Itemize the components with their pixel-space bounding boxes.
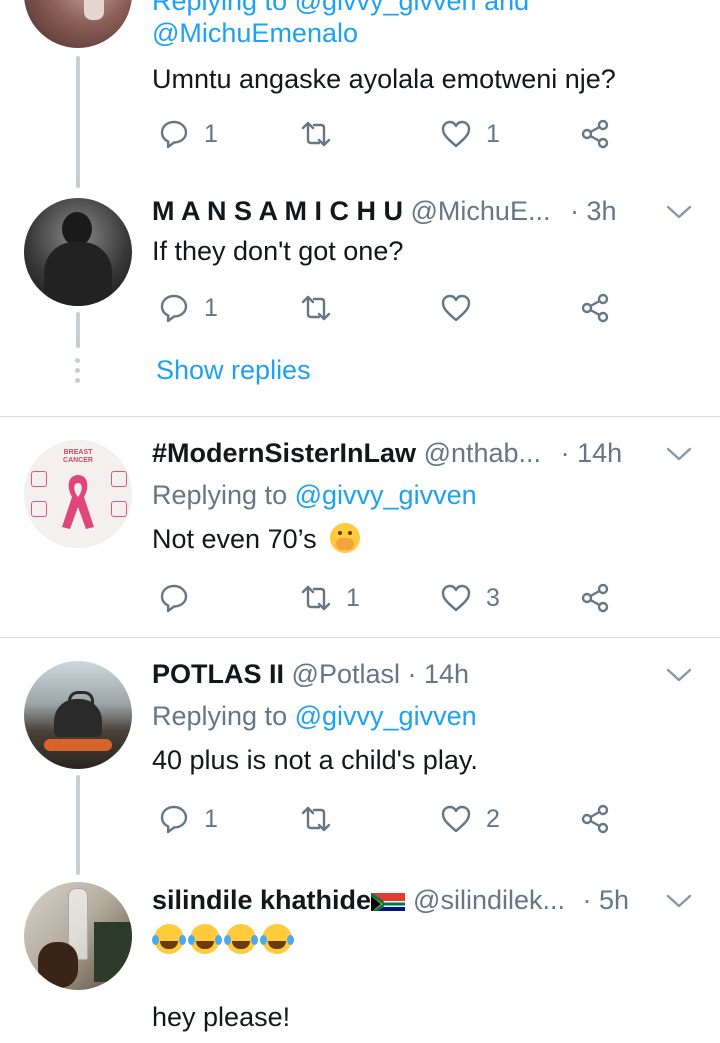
- retweet-icon: [301, 585, 331, 611]
- avatar[interactable]: [24, 661, 132, 769]
- heart-icon: [441, 584, 471, 612]
- avatar[interactable]: [24, 882, 132, 990]
- like-button[interactable]: 3: [440, 578, 500, 618]
- replying-to: Replying to @givvy_givven: [152, 478, 477, 512]
- retweet-button[interactable]: [300, 799, 346, 839]
- like-button[interactable]: [440, 288, 486, 328]
- share-button[interactable]: [580, 114, 612, 154]
- tears-of-joy-emoji: [152, 924, 186, 954]
- retweet-icon: [301, 295, 331, 321]
- display-name[interactable]: M A N S A M I C H U: [152, 196, 403, 226]
- reply-icon: [160, 584, 188, 613]
- heart-icon: [441, 120, 471, 148]
- tweet-header: silindile khathide @silindilek... · 5h: [152, 883, 629, 917]
- retweet-button[interactable]: [300, 114, 346, 154]
- emoji-row: 😂😂😂😂: [152, 924, 295, 956]
- share-button[interactable]: [580, 578, 612, 618]
- avatar-caption: BREAST CANCER: [63, 449, 93, 464]
- retweet-button[interactable]: 1: [300, 578, 360, 618]
- user-handle[interactable]: @nthab...: [424, 438, 541, 468]
- divider: [0, 416, 720, 417]
- reply-button[interactable]: 1: [158, 799, 218, 839]
- heart-icon: [441, 294, 471, 322]
- tweet-text: hey please!: [152, 1002, 291, 1032]
- user-handle[interactable]: @MichuE...: [411, 196, 551, 226]
- replying-to: Replying to @givvy_givven: [152, 699, 477, 733]
- avatar[interactable]: BREAST CANCER: [24, 440, 132, 548]
- tweet-text: Not even 70’s: [152, 524, 317, 554]
- reply-count: 1: [204, 119, 218, 148]
- like-count: 3: [486, 583, 500, 612]
- avatar[interactable]: [24, 0, 132, 48]
- avatar[interactable]: [24, 198, 132, 306]
- tweet-time: · 5h: [582, 885, 630, 915]
- thread-line: [76, 312, 80, 348]
- tweet-header: POTLAS II @Potlasl · 14h: [152, 657, 469, 691]
- reply-button[interactable]: [158, 578, 204, 618]
- chevron-down-icon[interactable]: [666, 204, 692, 220]
- mention-link[interactable]: @MichuEmenalo: [152, 16, 358, 50]
- tweet-header: M A N S A M I C H U @MichuE... · 3h: [152, 194, 617, 228]
- tweet-header: #ModernSisterInLaw @nthab... · 14h: [152, 436, 622, 470]
- share-icon: [581, 293, 609, 323]
- replying-to-user[interactable]: @givvy_givven: [295, 701, 477, 731]
- tweet-text-row: Not even 70’s: [152, 522, 363, 556]
- tweet-text: If they don't got one?: [152, 236, 404, 266]
- thread-line: [76, 775, 80, 875]
- share-icon: [581, 583, 609, 613]
- chevron-down-icon[interactable]: [666, 446, 692, 462]
- tweet-time: · 3h: [569, 196, 617, 226]
- reply-count: 1: [204, 293, 218, 322]
- reply-icon: [160, 805, 188, 834]
- like-count: 1: [486, 119, 500, 148]
- chevron-down-icon[interactable]: [666, 893, 692, 909]
- display-name[interactable]: POTLAS II: [152, 659, 284, 689]
- retweet-icon: [301, 806, 331, 832]
- replying-to-label: Replying to: [152, 480, 288, 510]
- tweet-time: · 14h: [407, 659, 470, 689]
- tweet-text: Umntu angaske ayolala emotweni nje?: [152, 64, 616, 94]
- reply-button[interactable]: 1: [158, 114, 218, 154]
- emoji-text: 😂😂😂😂: [154, 924, 159, 925]
- tweet-time: · 14h: [560, 438, 623, 468]
- tears-of-joy-emoji: [260, 924, 294, 954]
- retweet-icon: [301, 121, 331, 147]
- tears-of-joy-emoji: [188, 924, 222, 954]
- thread-line: [76, 56, 80, 188]
- share-icon: [581, 119, 609, 149]
- heart-icon: [441, 805, 471, 833]
- show-replies-link[interactable]: Show replies: [156, 353, 311, 387]
- reply-button[interactable]: 1: [158, 288, 218, 328]
- tears-of-joy-emoji: [224, 924, 258, 954]
- share-icon: [581, 804, 609, 834]
- display-name[interactable]: #ModernSisterInLaw: [152, 438, 416, 468]
- chevron-down-icon[interactable]: [666, 667, 692, 683]
- reply-icon: [160, 120, 188, 149]
- like-button[interactable]: 2: [440, 799, 500, 839]
- hand-over-mouth-emoji: [330, 523, 361, 553]
- user-handle[interactable]: @silindilek...: [413, 885, 565, 915]
- reply-count: 1: [204, 804, 218, 833]
- share-button[interactable]: [580, 288, 612, 328]
- replying-to-label: Replying to: [152, 701, 288, 731]
- more-dots: [75, 358, 80, 383]
- south-africa-flag-icon: [371, 889, 406, 911]
- like-count: 2: [486, 804, 500, 833]
- replying-to-user[interactable]: @givvy_givven: [295, 480, 477, 510]
- retweet-button[interactable]: [300, 288, 346, 328]
- retweet-count: 1: [346, 583, 360, 612]
- share-button[interactable]: [580, 799, 612, 839]
- tweet-text: 40 plus is not a child's play.: [152, 745, 478, 775]
- display-name[interactable]: silindile khathide: [152, 885, 371, 915]
- divider: [0, 637, 720, 638]
- pink-ribbon-icon: [62, 475, 94, 529]
- reply-icon: [160, 294, 188, 323]
- user-handle[interactable]: @Potlasl: [292, 659, 400, 689]
- like-button[interactable]: 1: [440, 114, 500, 154]
